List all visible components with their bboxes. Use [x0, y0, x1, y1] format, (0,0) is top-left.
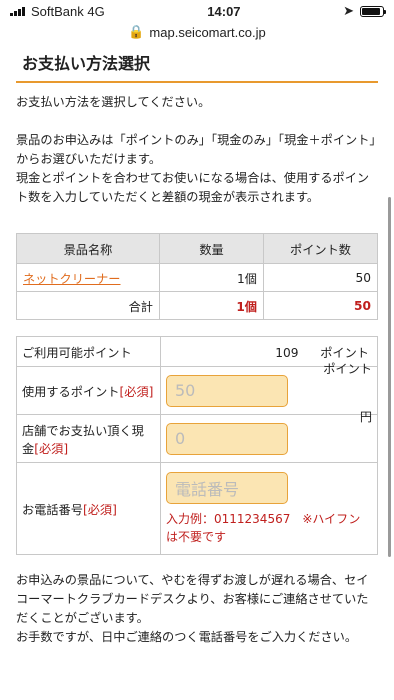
payment-form: ご利用可能ポイント 109 ポイント 使用するポイント[必須] ポイント 50 …	[16, 336, 378, 555]
required-mark: [必須]	[82, 502, 117, 517]
use-points-label: 使用するポイント	[22, 384, 120, 399]
description-2: 現金とポイントを合わせてお使いになる場合は、使用するポイント数を入力していただく…	[16, 171, 370, 204]
description-1: 景品のお申込みは「ポイントのみ」「現金のみ」「現金＋ポイント」からお選びいただけ…	[16, 133, 376, 166]
required-mark: [必須]	[34, 441, 69, 456]
clock: 14:07	[207, 3, 241, 19]
col-header-points: ポイント数	[263, 233, 378, 264]
available-points-value: 109	[275, 345, 299, 360]
location-icon: ➤	[343, 3, 354, 18]
cash-row: 店舗でお支払い頂く現金[必須] 円 0	[16, 410, 378, 463]
phone-row: お電話番号[必須] 電話番号 入力例：0111234567 ※ハイフンは不要です	[16, 462, 378, 555]
item-qty: 1個	[159, 263, 264, 292]
item-name-link[interactable]: ネットクリーナー	[23, 272, 121, 286]
phone-input[interactable]: 電話番号	[166, 471, 288, 504]
total-points: 50	[263, 291, 378, 320]
cash-input[interactable]: 0	[166, 422, 288, 455]
available-points-label: ご利用可能ポイント	[16, 336, 161, 367]
phone-label: お電話番号	[22, 502, 83, 517]
items-table: 景品名称 数量 ポイント数 ネットクリーナー 1個 50 合計 1個 50	[16, 233, 378, 320]
notice-line-2: お手数ですが、日中ご連絡のつく電話番号をご入力ください。	[16, 630, 358, 644]
battery-icon	[360, 5, 386, 17]
item-points: 50	[263, 263, 378, 292]
intro-line: お支払い方法を選択してください。	[16, 95, 211, 109]
use-points-input[interactable]: 50	[166, 374, 288, 407]
address-bar[interactable]: 🔒 map.seicomart.co.jp	[0, 22, 394, 42]
lock-icon: 🔒	[128, 24, 145, 39]
total-row: 合計 1個 50	[16, 291, 378, 320]
url-text: map.seicomart.co.jp	[149, 24, 266, 40]
use-points-unit: ポイント	[323, 361, 372, 376]
notice-line-1: お申込みの景品について、やむを得ずお渡しが遅れる場合、セイコーマートクラブカード…	[16, 573, 369, 625]
status-right: ➤	[343, 3, 386, 19]
total-qty: 1個	[159, 291, 264, 320]
total-label: 合計	[16, 291, 160, 320]
table-row: ネットクリーナー 1個 50	[16, 263, 378, 292]
carrier-label: SoftBank 4G	[31, 3, 105, 19]
use-points-row: 使用するポイント[必須] ポイント 50	[16, 362, 378, 415]
intro-text: お支払い方法を選択してください。 景品のお申込みは「ポイントのみ」「現金のみ」「…	[16, 93, 378, 207]
col-header-name: 景品名称	[16, 233, 160, 264]
required-mark: [必須]	[119, 384, 154, 399]
page-content: お支払い方法選択 お支払い方法を選択してください。 景品のお申込みは「ポイントの…	[0, 42, 394, 647]
page-title: お支払い方法選択	[16, 42, 378, 83]
col-header-qty: 数量	[159, 233, 264, 264]
scrollbar[interactable]	[388, 197, 391, 557]
phone-example: 入力例：0111234567 ※ハイフンは不要です	[166, 511, 361, 544]
status-left: SoftBank 4G	[10, 4, 105, 19]
signal-icon	[10, 6, 25, 16]
status-bar: SoftBank 4G 14:07 ➤	[0, 0, 394, 22]
available-points-unit: ポイント	[320, 345, 369, 360]
notice-text: お申込みの景品について、やむを得ずお渡しが遅れる場合、セイコーマートクラブカード…	[16, 571, 378, 647]
cash-unit: 円	[359, 409, 372, 424]
